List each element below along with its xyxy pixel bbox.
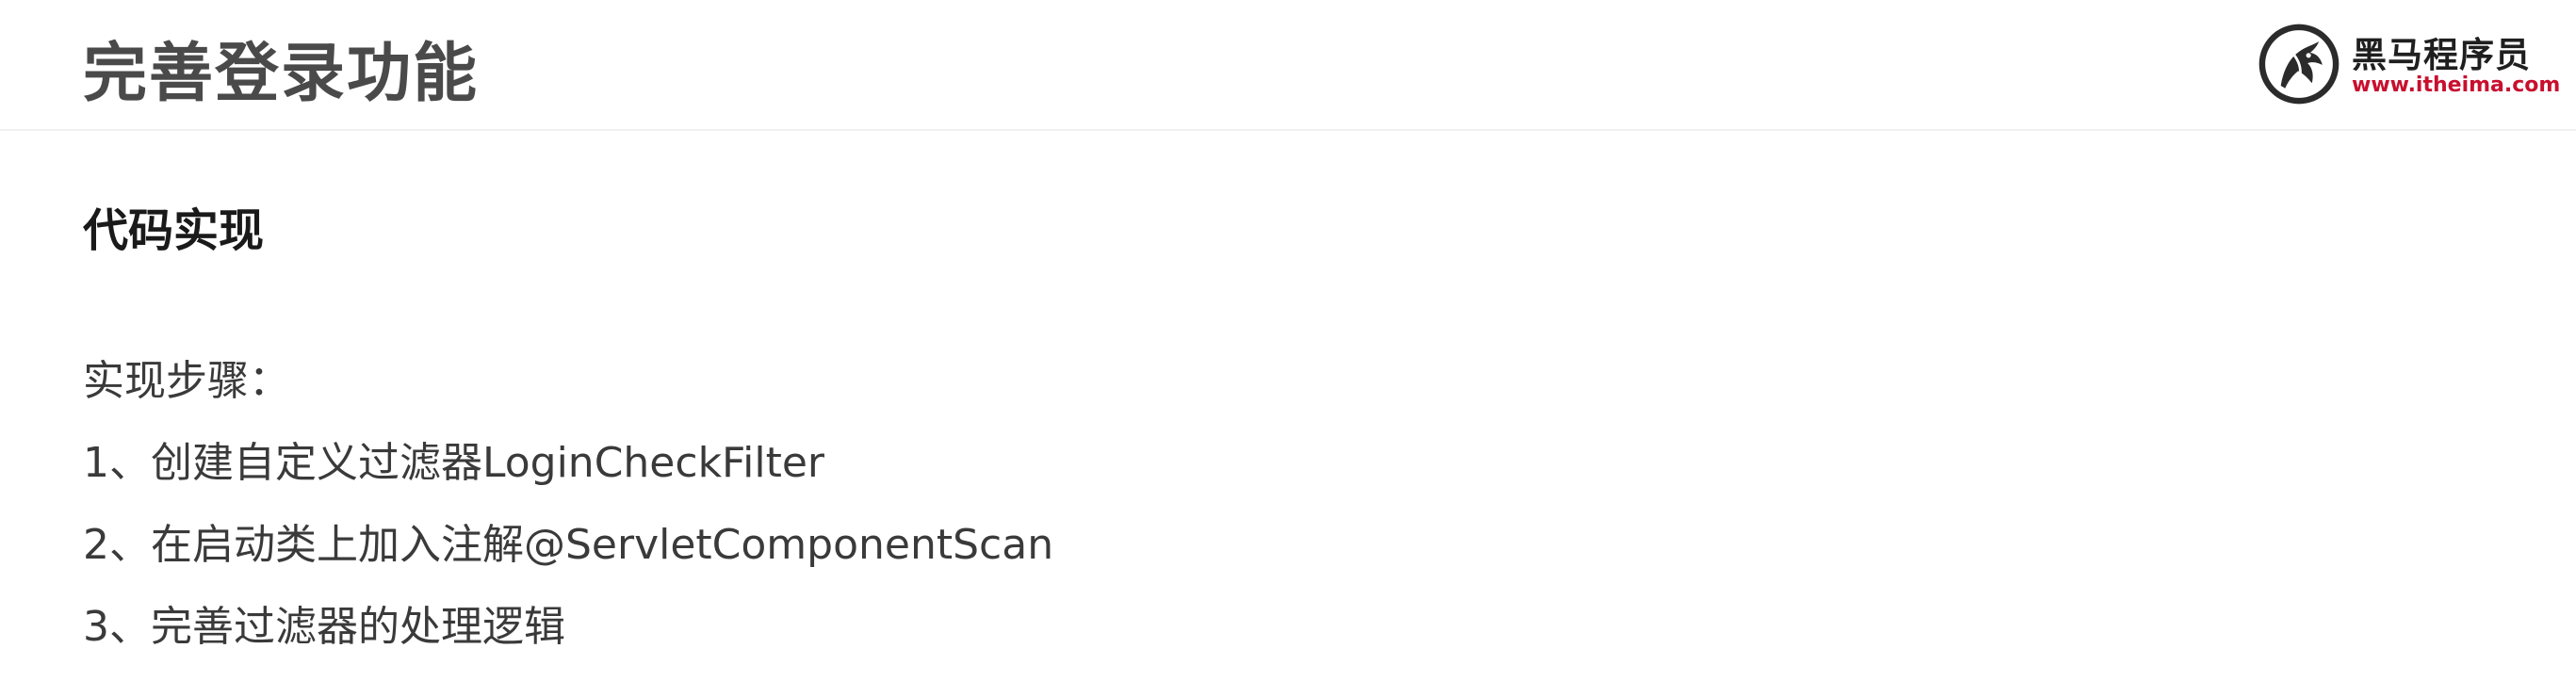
logo-url: www.itheima.com bbox=[2352, 73, 2561, 97]
brand-logo: 黑马程序员 www.itheima.com bbox=[2256, 17, 2560, 111]
slide-header: 完善登录功能 黑马程序员 www.itheima.com bbox=[0, 0, 2576, 131]
step-item: 1、创建自定义过滤器LoginCheckFilter bbox=[83, 439, 825, 487]
step-item: 2、在启动类上加入注解@ServletComponentScan bbox=[83, 521, 1054, 569]
section-heading: 代码实现 bbox=[83, 204, 265, 257]
horse-logo-icon bbox=[2258, 24, 2340, 105]
page-title: 完善登录功能 bbox=[83, 37, 480, 111]
logo-name: 黑马程序员 bbox=[2352, 35, 2531, 75]
steps-label: 实现步骤： bbox=[83, 357, 290, 405]
step-item: 3、完善过滤器的处理逻辑 bbox=[83, 603, 565, 651]
slide: 完善登录功能 黑马程序员 www.itheima.com 代码实现 实现步骤： … bbox=[0, 0, 2576, 697]
